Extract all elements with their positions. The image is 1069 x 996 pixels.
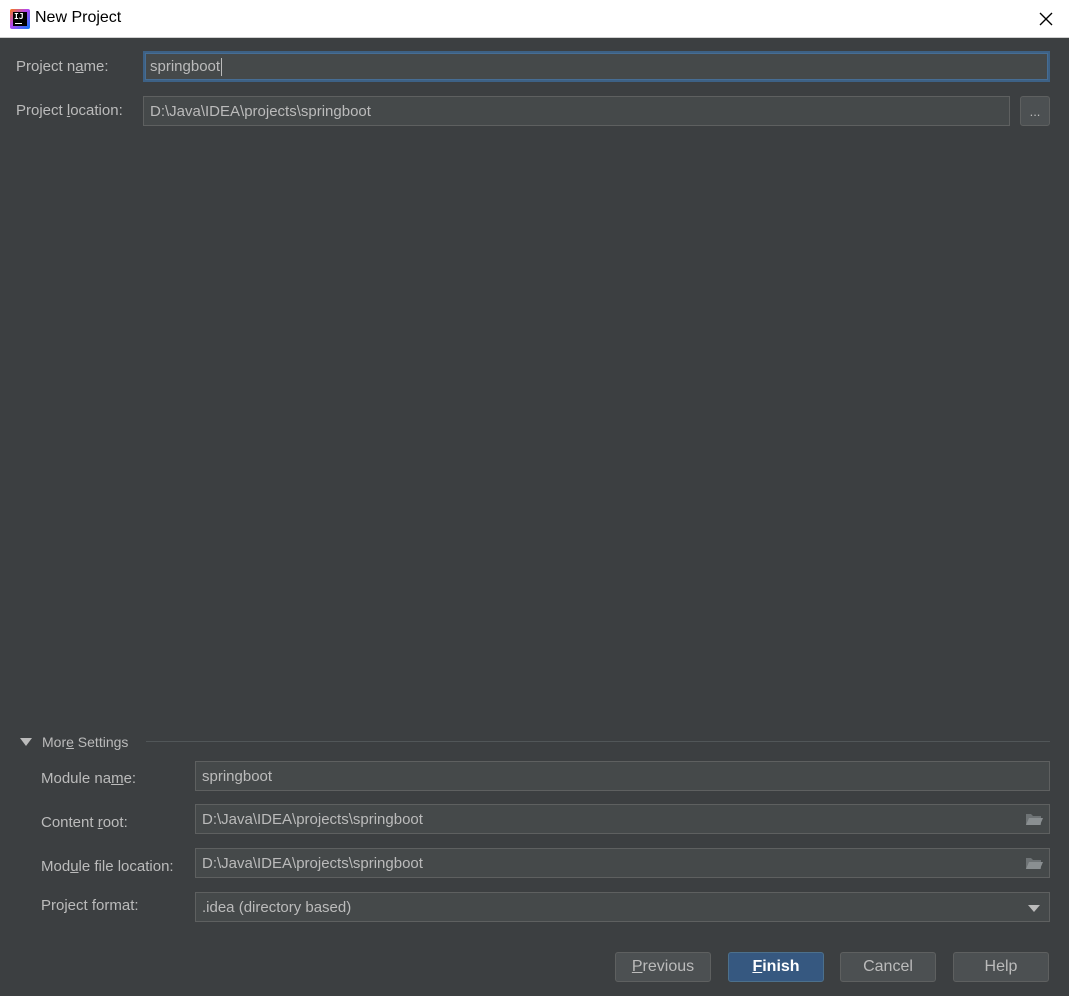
more-settings-label: More Settings xyxy=(42,734,129,750)
dropdown-arrow-icon xyxy=(1028,905,1040,912)
section-divider xyxy=(146,741,1050,742)
project-location-input[interactable]: D:\Java\IDEA\projects\springboot xyxy=(143,96,1010,126)
content-root-label: Content root: xyxy=(41,814,128,831)
module-file-location-label: Module file location: xyxy=(41,858,174,875)
previous-button[interactable]: Previous xyxy=(615,952,711,982)
content-root-input[interactable]: D:\Java\IDEA\projects\springboot xyxy=(195,804,1050,834)
title-bar: IJ New Project xyxy=(0,0,1069,38)
project-name-label: Project name: xyxy=(16,58,109,75)
module-file-location-value: D:\Java\IDEA\projects\springboot xyxy=(202,854,423,872)
project-format-value: .idea (directory based) xyxy=(202,898,352,916)
module-name-value: springboot xyxy=(202,767,273,785)
more-settings-toggle[interactable]: More Settings xyxy=(20,733,128,751)
text-caret xyxy=(221,57,223,76)
close-icon xyxy=(1039,12,1053,26)
collapse-triangle-icon xyxy=(20,738,32,746)
help-button[interactable]: Help xyxy=(953,952,1049,982)
project-name-value: springboot xyxy=(150,58,221,75)
project-location-label: Project location: xyxy=(16,102,123,119)
content-root-value: D:\Java\IDEA\projects\springboot xyxy=(202,810,423,828)
folder-icon[interactable] xyxy=(1025,812,1043,826)
project-location-value: D:\Java\IDEA\projects\springboot xyxy=(150,102,371,120)
close-button[interactable] xyxy=(1031,4,1061,34)
project-format-label: Project format: xyxy=(41,897,139,914)
project-name-input[interactable]: springboot xyxy=(143,51,1050,82)
window-title: New Project xyxy=(35,9,122,26)
module-file-location-input[interactable]: D:\Java\IDEA\projects\springboot xyxy=(195,848,1050,878)
intellij-idea-icon: IJ xyxy=(10,9,30,29)
module-name-label: Module name: xyxy=(41,770,137,787)
folder-icon[interactable] xyxy=(1025,856,1043,870)
module-name-input[interactable]: springboot xyxy=(195,761,1050,791)
browse-location-button[interactable]: ... xyxy=(1020,96,1050,126)
cancel-button[interactable]: Cancel xyxy=(840,952,936,982)
finish-button[interactable]: Finish xyxy=(728,952,824,982)
project-format-select[interactable]: .idea (directory based) xyxy=(195,892,1050,922)
